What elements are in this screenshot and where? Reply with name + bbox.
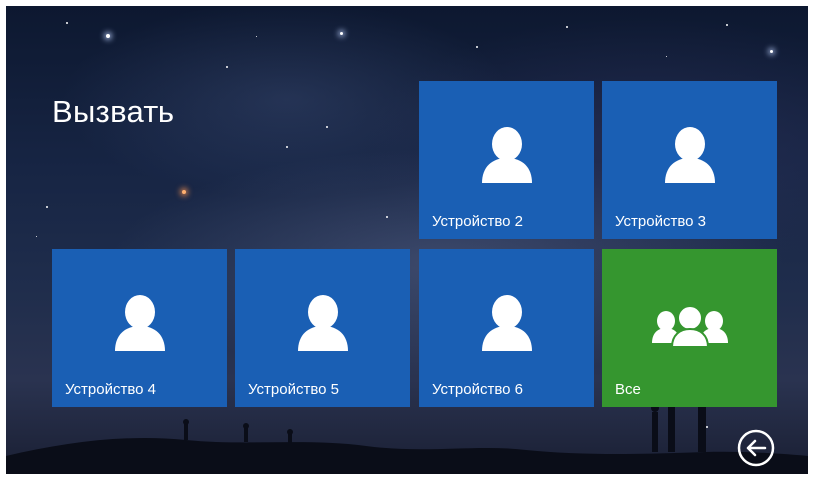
tile-label: Устройство 4 (65, 381, 156, 398)
tile-device-5[interactable]: Устройство 5 (235, 249, 410, 407)
star (566, 26, 568, 28)
star (666, 56, 667, 57)
star (326, 126, 328, 128)
person-icon (664, 127, 715, 183)
star (256, 36, 257, 37)
page-title: Вызвать (52, 94, 175, 129)
star (340, 32, 343, 35)
person-icon (481, 127, 532, 183)
tile-label: Устройство 3 (615, 213, 706, 230)
call-screen: Вызвать Устройство 2 Устройство 3 Устрой… (6, 6, 808, 474)
tile-device-2[interactable]: Устройство 2 (419, 81, 594, 239)
star (36, 236, 37, 237)
person-icon (297, 295, 348, 351)
tile-label: Устройство 6 (432, 381, 523, 398)
star (106, 34, 110, 38)
back-arrow-icon[interactable] (736, 428, 776, 468)
star (66, 22, 68, 24)
star (770, 50, 773, 53)
tile-label: Устройство 2 (432, 213, 523, 230)
tile-label: Все (615, 381, 641, 398)
star (476, 46, 478, 48)
star (46, 206, 48, 208)
tile-device-3[interactable]: Устройство 3 (602, 81, 777, 239)
tile-label: Устройство 5 (248, 381, 339, 398)
star (182, 190, 186, 194)
tile-device-4[interactable]: Устройство 4 (52, 249, 227, 407)
star (386, 216, 388, 218)
person-icon (481, 295, 532, 351)
group-icon (651, 307, 728, 347)
star (286, 146, 288, 148)
tile-device-6[interactable]: Устройство 6 (419, 249, 594, 407)
tile-all[interactable]: Все (602, 249, 777, 407)
person-icon (114, 295, 165, 351)
star (726, 24, 728, 26)
star (226, 66, 228, 68)
